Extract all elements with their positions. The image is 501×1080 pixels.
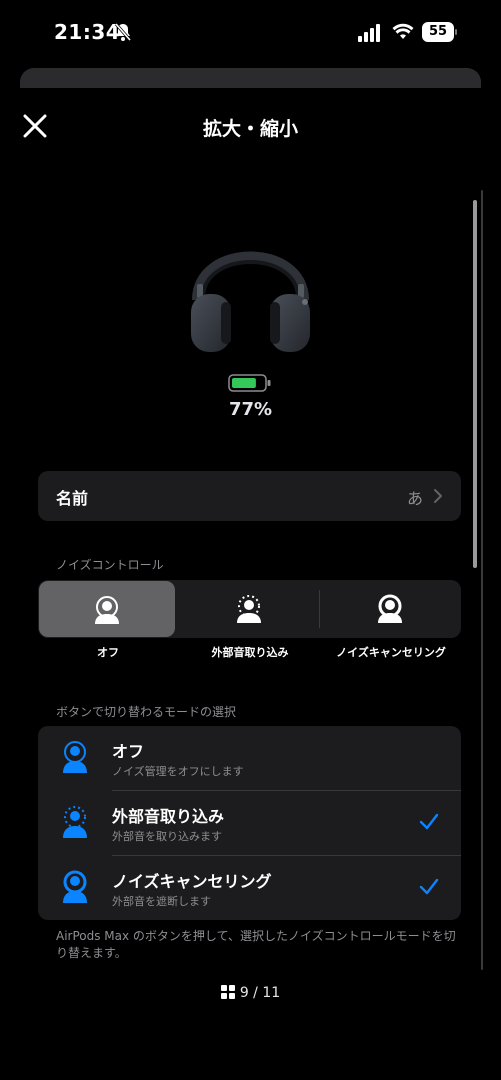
status-time: 21:34	[54, 20, 121, 44]
mode-item-transparency[interactable]: 外部音取り込み 外部音を取り込みます	[38, 791, 461, 855]
person-transparency-icon	[237, 595, 261, 623]
mode-description: 外部音を遮断します	[112, 895, 211, 908]
headphones-image	[191, 251, 310, 352]
grid-icon	[220, 985, 235, 999]
person-off-icon	[95, 596, 119, 624]
sheet-top-edge	[20, 68, 481, 88]
device-battery-icon	[228, 374, 271, 392]
noise-option-transparency[interactable]	[179, 580, 319, 638]
cellular-signal-icon	[358, 24, 380, 42]
wifi-icon	[392, 23, 414, 39]
mode-description: ノイズ管理をオフにします	[112, 765, 244, 778]
person-transparency-icon	[63, 806, 87, 838]
scroll-track	[481, 190, 483, 970]
mode-select-list: オフ ノイズ管理をオフにします 外部音取り込み 外部音を取り込みます ノイズキャ…	[38, 726, 461, 920]
bell-slash-icon	[114, 23, 132, 41]
mode-title: ノイズキャンセリング	[112, 872, 272, 891]
name-label: 名前	[56, 489, 89, 508]
checkmark-icon	[419, 878, 439, 895]
mode-description: 外部音を取り込みます	[112, 830, 222, 843]
noise-option-off[interactable]	[39, 581, 175, 637]
page-title: 拡大・縮小	[202, 118, 298, 140]
noise-option-cancellation[interactable]	[320, 580, 460, 638]
mode-item-off[interactable]: オフ ノイズ管理をオフにします	[38, 726, 461, 790]
mode-title: 外部音取り込み	[112, 807, 225, 826]
name-value: あ	[406, 489, 423, 508]
noise-option-transparency-label: 外部音取り込み	[211, 646, 289, 659]
status-bar: 21:34 55	[0, 0, 501, 64]
battery-icon: 55	[422, 22, 458, 42]
battery-level: 55	[422, 22, 454, 42]
mode-select-section-label: ボタンで切り替わるモードの選択	[56, 705, 237, 719]
person-noise-cancel-icon	[378, 594, 402, 623]
person-off-icon	[63, 741, 87, 773]
page-indicator-label: 9 / 11	[239, 985, 281, 1001]
page-indicator[interactable]: 9 / 11	[0, 985, 501, 1001]
scrollbar[interactable]	[473, 200, 477, 568]
mode-title: オフ	[112, 742, 145, 761]
noise-control-segmented	[38, 580, 461, 638]
person-noise-cancel-icon	[63, 870, 87, 903]
mode-item-cancellation[interactable]: ノイズキャンセリング 外部音を遮断します	[38, 856, 461, 920]
noise-option-off-label: オフ	[97, 646, 119, 659]
device-battery-percent: 77%	[228, 399, 273, 420]
checkmark-icon	[419, 813, 439, 830]
name-row[interactable]: 名前 あ	[38, 471, 461, 521]
chevron-right-icon	[434, 489, 442, 503]
mode-select-footer-note: AirPods Max のボタンを押して、選択したノイズコントロールモードを切り…	[56, 929, 456, 960]
noise-option-cancellation-label: ノイズキャンセリング	[336, 646, 446, 659]
noise-control-section-label: ノイズコントロール	[56, 558, 164, 572]
